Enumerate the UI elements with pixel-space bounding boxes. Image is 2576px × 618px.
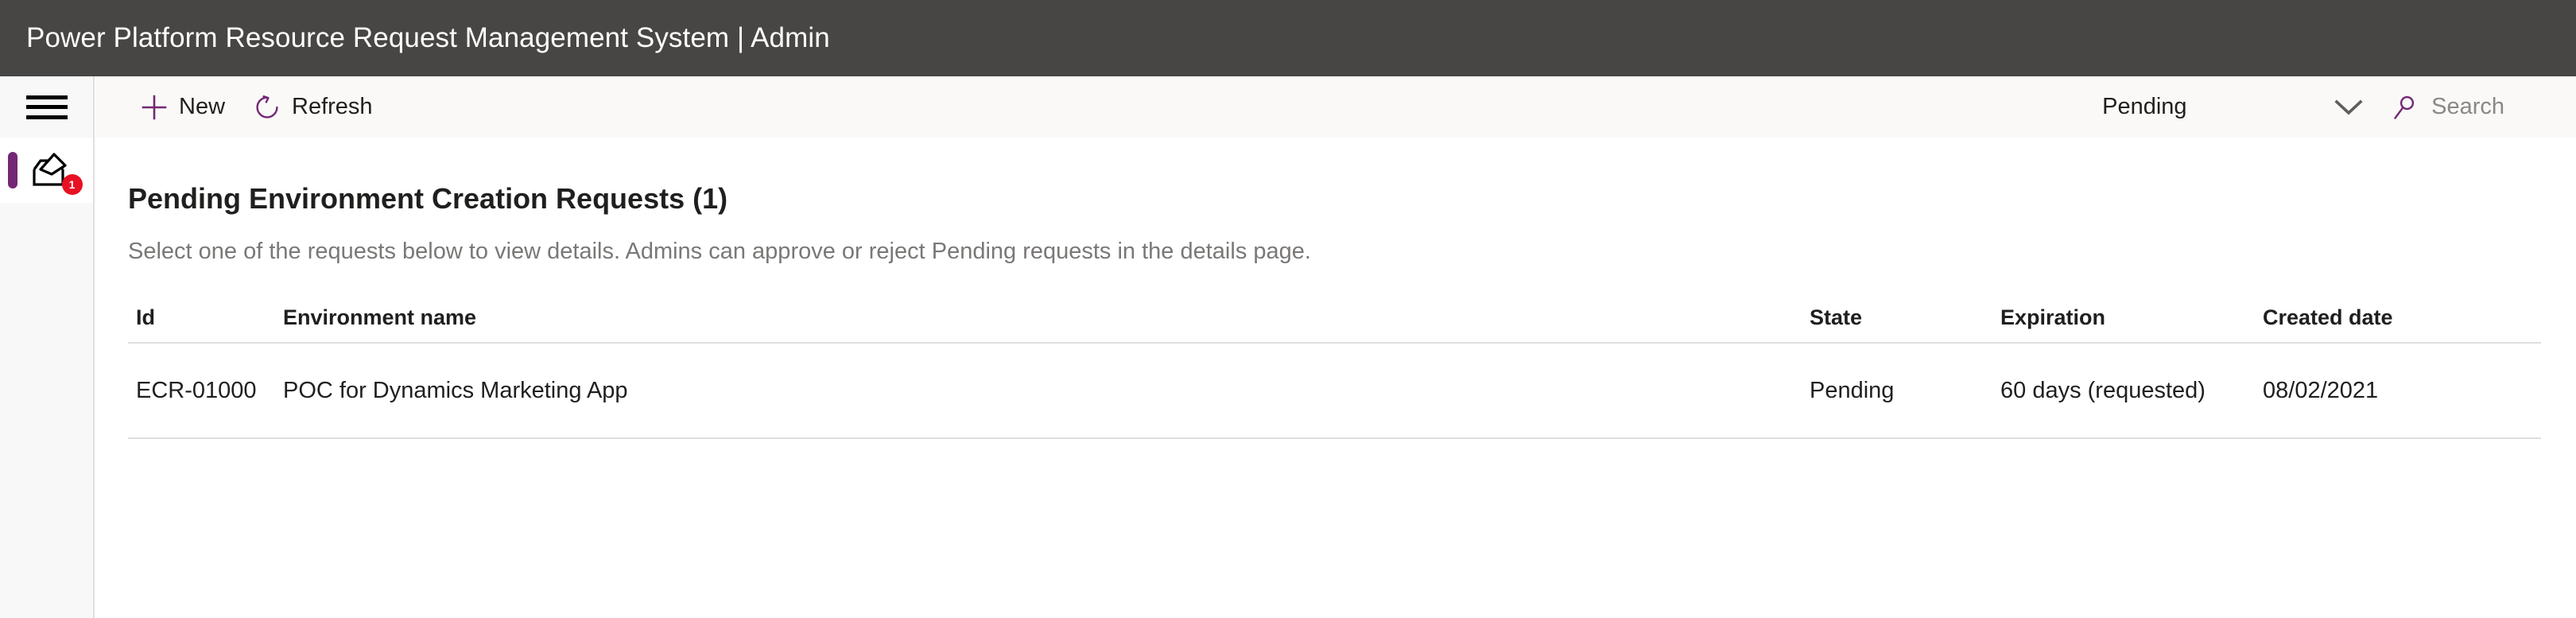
state-filter-dropdown[interactable]: Pending (2102, 94, 2365, 120)
hamburger-menu-button[interactable] (0, 76, 93, 138)
app-title: Power Platform Resource Request Manageme… (26, 22, 830, 53)
plus-icon (141, 94, 168, 121)
cell-environment: POC for Dynamics Marketing App (283, 377, 628, 403)
new-button-label: New (179, 94, 226, 119)
sidebar-item-requests[interactable]: 1 (0, 138, 93, 203)
inbox-tray-icon: 1 (30, 150, 83, 195)
table-row-divider (128, 437, 2541, 439)
hamburger-menu-icon (25, 95, 68, 119)
application-window: Power Platform Resource Request Manageme… (0, 0, 2576, 618)
left-navigation-rail: 1 (0, 76, 95, 618)
new-button[interactable]: New (126, 76, 239, 138)
title-bar: Power Platform Resource Request Manageme… (0, 0, 2576, 76)
state-filter-value: Pending (2102, 94, 2187, 119)
page-subtitle: Select one of the requests below to view… (128, 239, 1311, 264)
page-title: Pending Environment Creation Requests (1… (128, 182, 728, 215)
cell-expiration: 60 days (requested) (2000, 377, 2206, 403)
chevron-down-icon (2333, 97, 2365, 118)
search-magnifier-icon (2392, 94, 2419, 121)
cell-state: Pending (1810, 377, 1895, 403)
column-header-environment: Environment name (283, 305, 477, 329)
refresh-button[interactable]: Refresh (239, 76, 387, 138)
column-header-created-date: Created date (2263, 305, 2393, 329)
search-input[interactable]: Search (2392, 94, 2504, 121)
table-header-row: Id Environment name State Expiration Cre… (128, 293, 2541, 342)
column-header-expiration: Expiration (2000, 305, 2106, 329)
cell-id: ECR-01000 (136, 377, 257, 403)
main-content: Pending Environment Creation Requests (1… (96, 138, 2576, 618)
command-bar-right-group: Pending Search (2102, 76, 2576, 138)
refresh-circular-arrow-icon (254, 94, 281, 121)
notification-badge: 1 (61, 174, 83, 195)
command-bar: New Refresh Pending Search (96, 76, 2576, 138)
search-placeholder-text: Search (2431, 94, 2504, 119)
column-header-state: State (1810, 305, 1863, 329)
column-header-id: Id (136, 305, 155, 329)
table-row[interactable]: ECR-01000 POC for Dynamics Marketing App… (128, 344, 2541, 437)
cell-created-date: 08/02/2021 (2263, 377, 2379, 403)
active-indicator-bar (8, 152, 17, 189)
requests-table: Id Environment name State Expiration Cre… (128, 293, 2541, 439)
refresh-button-label: Refresh (292, 94, 373, 119)
